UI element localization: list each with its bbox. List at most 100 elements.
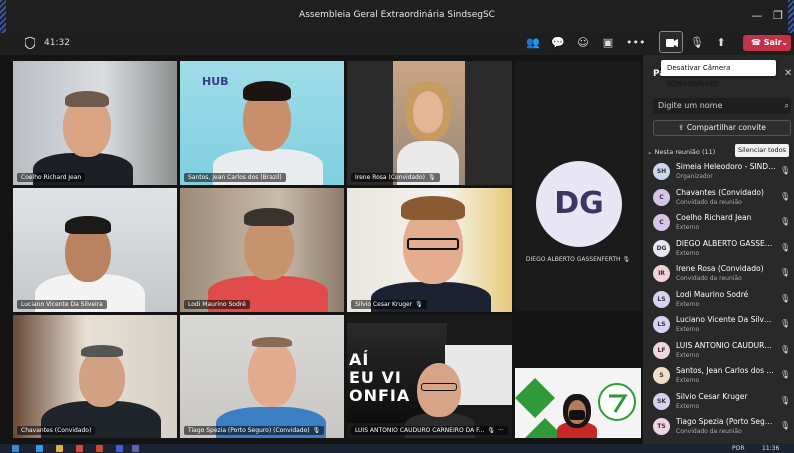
microphone-icon[interactable]: 🎙 — [780, 370, 790, 379]
phone-icon: ☎ — [751, 38, 764, 47]
more-icon[interactable]: ··· — [498, 427, 504, 434]
participant-row[interactable]: IR Irene Rosa (Convidado) Convidado da reu… — [643, 262, 794, 287]
window-title-bar: Assembleia Geral Extraordinária SindsegS… — [0, 0, 794, 33]
microphone-icon[interactable]: 🎙 — [690, 36, 704, 50]
microphone-icon[interactable]: 🎙 — [780, 243, 790, 252]
participants-panel: Pa ✕ Digite um nome ⌕ ⇪ Compartilhar con… — [643, 55, 794, 444]
video-tile[interactable]: Tiago Spezia (Porto Seguro) (Convidado) 🎙 — [180, 315, 344, 438]
chat-icon[interactable]: 💬 — [551, 36, 565, 50]
participant-role: Convidado da reunião — [676, 275, 742, 282]
participant-row[interactable]: C Coelho Richard Jean Externo 🎙 — [643, 211, 794, 236]
avatar: LS — [653, 316, 670, 333]
video-tile[interactable]: Irene Rosa (Convidado) 🎙 — [347, 61, 512, 185]
microphone-icon[interactable]: 🎙 — [780, 217, 790, 226]
participant-name-label: Tiago Spezia (Porto Seguro) (Convidado) 🎙 — [184, 426, 325, 435]
participant-name: Luciano Vicente Da Silveira — [676, 315, 776, 324]
avatar: IR — [653, 265, 670, 282]
participant-row[interactable]: DG DIEGO ALBERTO GASSENFERTHExterno 🎙 — [643, 237, 794, 262]
window-title: Assembleia Geral Extraordinária SindsegS… — [299, 10, 495, 20]
participant-name-label: DIEGO ALBERTO GASSENFERTH 🎙 — [525, 256, 631, 263]
participant-name: Simeia Heleodoro - SINDSEG... — [676, 162, 776, 171]
video-tile[interactable]: AÍ EU VI ONFIA LUIS ANTONIO CAUDURO CARNEI… — [347, 315, 512, 438]
search-icon: ⌕ — [784, 101, 789, 110]
video-tile[interactable]: HUB Santos, Jean Carlos dos (Brazil) — [180, 61, 344, 185]
meeting-timer: 41:32 — [44, 38, 70, 48]
maximize-button[interactable]: ❐ — [771, 9, 785, 22]
more-options-icon[interactable]: ••• — [626, 36, 645, 50]
camera-button[interactable] — [659, 31, 683, 53]
participant-row[interactable]: TS Tiago Spezia (Porto Seguro) (... Convid… — [643, 415, 794, 440]
participant-row[interactable]: LS Lodi Maurino Sodré Externo 🎙 — [643, 288, 794, 313]
participant-name-label: Silvio Cesar Kruger 🎙 — [351, 300, 427, 309]
video-tile[interactable]: Chavantes (Convidado) — [13, 315, 177, 438]
search-placeholder: Digite um nome — [658, 101, 723, 110]
camera-icon — [666, 39, 678, 47]
participant-row[interactable]: S Santos, Jean Carlos dos (Brazil) Externo… — [643, 364, 794, 389]
search-input[interactable]: Digite um nome ⌕ — [653, 98, 791, 114]
hub-logo: HUB — [202, 75, 229, 88]
shield-icon — [25, 37, 35, 49]
video-tile[interactable]: Silvio Cesar Kruger 🎙 — [347, 188, 512, 312]
participant-name-label: Lodi Maurino Sodré — [184, 300, 250, 309]
rooms-icon[interactable]: ▣ — [601, 36, 615, 50]
mic-muted-icon: 🎙 — [428, 174, 436, 181]
participant-row[interactable]: SH Simeia Heleodoro - SINDSEG... Organizad… — [643, 160, 794, 185]
language-indicator[interactable]: POR — [732, 445, 745, 452]
mute-all-button[interactable]: Silenciar todos — [735, 144, 789, 157]
edge-icon[interactable] — [36, 445, 43, 452]
microphone-icon[interactable]: 🎙 — [780, 421, 790, 430]
minimize-button[interactable]: — — [750, 9, 764, 22]
video-tile-shared[interactable] — [515, 368, 641, 438]
mic-muted-icon: 🎙 — [622, 256, 631, 263]
participant-role: Externo — [676, 351, 700, 359]
microphone-icon[interactable]: 🎙 — [780, 345, 790, 354]
participant-name: DIEGO ALBERTO GASSENFERTH — [676, 238, 776, 248]
video-tile-avatar[interactable]: DG DIEGO ALBERTO GASSENFERTH 🎙 — [515, 61, 641, 311]
microphone-icon[interactable]: 🎙 — [780, 319, 790, 328]
participant-row[interactable]: LS Luciano Vicente Da Silveira Externo 🎙 — [643, 313, 794, 338]
share-invite-label: Compartilhar convite — [686, 123, 766, 132]
mic-muted-icon: 🎙 — [312, 427, 321, 434]
participant-role: Externo — [676, 402, 700, 410]
microphone-icon[interactable]: 🎙 — [780, 268, 790, 277]
microphone-icon[interactable]: 🎙 — [780, 166, 790, 175]
participant-row[interactable]: SK Silvio Cesar Kruger Externo 🎙 — [643, 390, 794, 415]
participant-role: Convidado da reunião — [676, 198, 742, 206]
close-icon[interactable]: ✕ — [784, 68, 792, 79]
participant-row[interactable]: C Chavantes (Convidado) Convidado da reuni… — [643, 186, 794, 211]
participants-icon[interactable]: 👥 — [526, 36, 540, 50]
video-tile[interactable]: Coelho Richard Jean — [13, 61, 177, 185]
share-invite-button[interactable]: ⇪ Compartilhar convite — [653, 120, 791, 136]
participant-role: Externo — [676, 224, 700, 231]
microphone-icon[interactable]: 🎙 — [780, 396, 790, 405]
explorer-icon[interactable] — [56, 445, 63, 452]
avatar: DG — [536, 161, 622, 247]
participant-name: LUIS ANTONIO CAUDURO CA... — [676, 340, 776, 350]
participant-row[interactable]: LF LUIS ANTONIO CAUDURO CA...Externo 🎙 — [643, 339, 794, 364]
participant-role: Externo — [676, 249, 700, 257]
participant-role: Organizador — [676, 173, 713, 180]
participant-role: Convidado da reunião — [676, 428, 742, 435]
chevron-down-icon: ⌄ — [647, 148, 655, 156]
participant-name: Chavantes (Convidado) — [676, 187, 764, 197]
microphone-icon[interactable]: 🎙 — [780, 192, 790, 201]
leave-button[interactable]: ☎ Sair ⌄ — [743, 35, 791, 51]
participant-name: Coelho Richard Jean — [676, 213, 752, 222]
microphone-icon[interactable]: 🎙 — [780, 294, 790, 303]
video-tile[interactable]: Luciano Vicente Da Silveira — [13, 188, 177, 312]
office-icon[interactable] — [96, 445, 103, 452]
participant-name: Tiago Spezia (Porto Seguro) (... — [676, 417, 776, 426]
video-tile[interactable]: Lodi Maurino Sodré — [180, 188, 344, 312]
clock[interactable]: 11:36 — [762, 445, 779, 452]
leave-label: Sair — [763, 38, 782, 47]
app-icon[interactable] — [116, 445, 123, 452]
participant-name: Irene Rosa (Convidado) — [676, 264, 764, 273]
teams-icon[interactable] — [132, 445, 139, 452]
reactions-icon[interactable]: ☺ — [576, 36, 590, 50]
meeting-section-header[interactable]: ⌄ Nesta reunião (11) — [647, 148, 715, 156]
start-button[interactable] — [12, 445, 19, 452]
participant-name-label: LUIS ANTONIO CAUDURO CARNEIRO DA F... 🎙 ··… — [351, 426, 508, 435]
avatar: TS — [653, 418, 670, 435]
chrome-icon[interactable] — [76, 445, 83, 452]
share-screen-icon[interactable]: ⬆ — [714, 36, 728, 50]
